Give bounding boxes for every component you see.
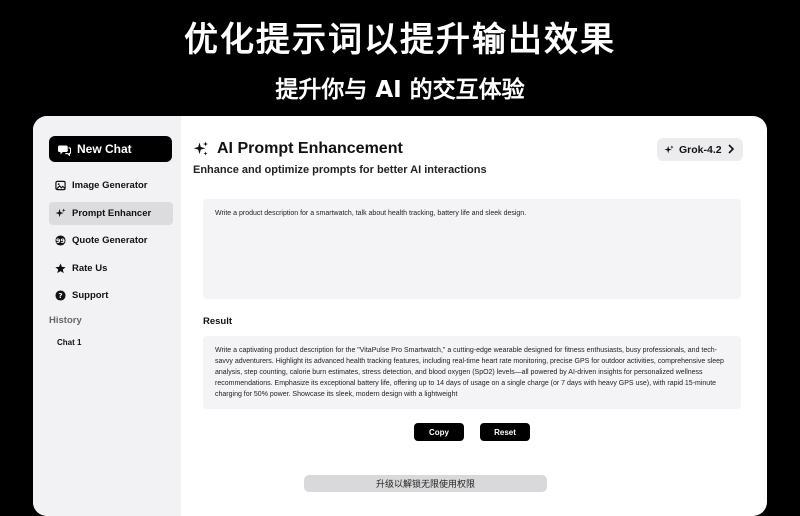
reset-button[interactable]: Reset — [480, 423, 530, 441]
sidebar-nav: Image Generator Prompt Enhancer 99 Quote… — [49, 174, 173, 312]
page-title-text: AI Prompt Enhancement — [217, 140, 403, 157]
quote-icon: 99 — [55, 235, 66, 246]
sparkles-icon — [664, 144, 674, 155]
star-icon — [55, 262, 66, 274]
svg-text:99: 99 — [56, 237, 65, 245]
sidebar-item-rate-us[interactable]: Rate Us — [49, 257, 173, 280]
sparkles-icon — [55, 207, 66, 219]
model-name: Grok-4.2 — [679, 143, 722, 156]
sidebar-item-support[interactable]: ? Support — [49, 284, 173, 307]
sidebar-item-label: Support — [72, 290, 109, 301]
image-icon — [55, 180, 66, 191]
promo-title: 优化提示词以提升输出效果 — [184, 20, 616, 60]
sidebar-item-label: Rate Us — [72, 262, 108, 274]
sidebar-item-label: Quote Generator — [72, 235, 148, 246]
sidebar: New Chat Image Generator Prompt Enhancer… — [33, 116, 181, 516]
history-item-chat-1[interactable]: Chat 1 — [57, 338, 81, 347]
sidebar-item-label: Image Generator — [72, 180, 148, 191]
help-icon: ? — [55, 290, 66, 301]
page-subtitle: Enhance and optimize prompts for better … — [193, 164, 487, 176]
chat-bubble-icon — [58, 143, 71, 156]
result-label: Result — [203, 316, 233, 327]
upgrade-button[interactable]: 升级以解锁无限使用权限 — [304, 475, 547, 492]
chevron-right-icon — [727, 143, 735, 155]
model-selector-button[interactable]: Grok-4.2 — [657, 138, 743, 161]
sidebar-item-quote-generator[interactable]: 99 Quote Generator — [49, 229, 173, 252]
copy-button[interactable]: Copy — [414, 423, 464, 441]
page-title: AI Prompt Enhancement — [193, 140, 403, 158]
new-chat-button[interactable]: New Chat — [49, 136, 172, 162]
app-window: New Chat Image Generator Prompt Enhancer… — [33, 116, 767, 516]
sidebar-item-image-generator[interactable]: Image Generator — [49, 174, 173, 197]
sparkles-icon — [193, 141, 209, 157]
svg-text:?: ? — [58, 291, 62, 300]
new-chat-label: New Chat — [77, 142, 132, 156]
prompt-input[interactable]: Write a product description for a smartw… — [203, 199, 741, 299]
main-panel: AI Prompt Enhancement Enhance and optimi… — [181, 116, 767, 516]
sidebar-item-prompt-enhancer[interactable]: Prompt Enhancer — [49, 201, 173, 225]
history-label: History — [49, 315, 82, 326]
sidebar-item-label: Prompt Enhancer — [72, 207, 152, 219]
promo-subtitle: 提升你与 AI 的交互体验 — [275, 77, 525, 103]
result-output: Write a captivating product description … — [203, 336, 741, 409]
